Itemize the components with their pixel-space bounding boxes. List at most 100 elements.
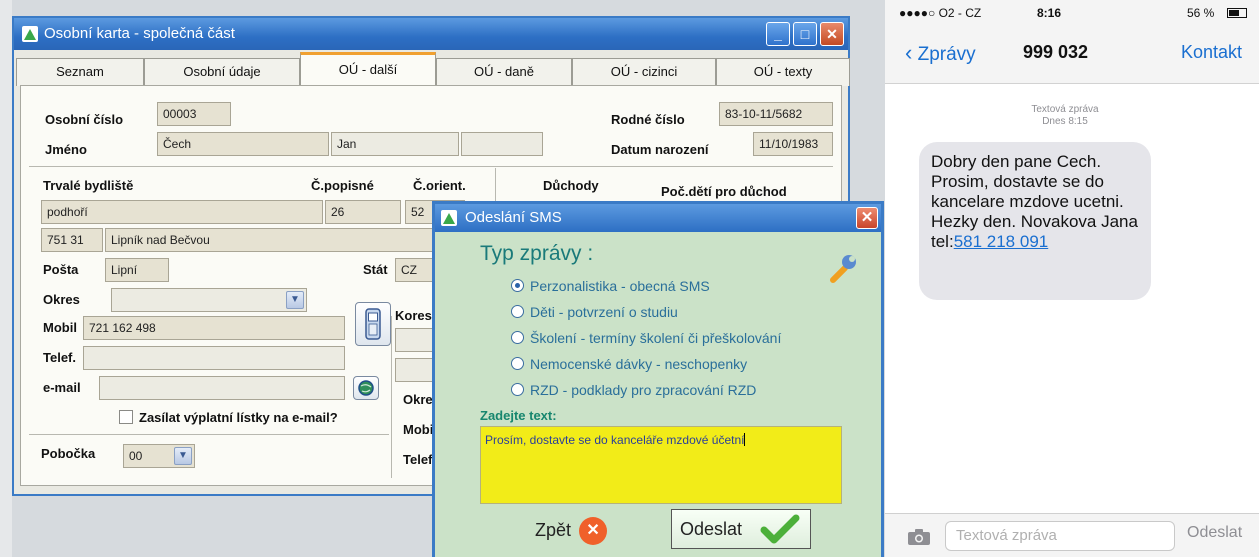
text-label: Zadejte text: <box>480 408 557 423</box>
left-margin <box>0 0 12 557</box>
psc-field[interactable]: 751 31 <box>41 228 103 252</box>
telef-label: Telef. <box>43 350 76 365</box>
option-label: Školení - termíny školení či přeškolován… <box>530 330 782 346</box>
tab-bar: Seznam Osobní údaje OÚ - další OÚ - daně… <box>16 52 850 86</box>
prijmeni-field[interactable]: Čech <box>157 132 329 156</box>
telef2-label: Telef <box>403 452 433 467</box>
chevron-down-icon[interactable]: ▼ <box>286 291 304 309</box>
message-type-label: Typ zprávy : <box>480 242 594 265</box>
rodne-cislo-field[interactable]: 83-10-11/5682 <box>719 102 833 126</box>
datum-narozeni-field[interactable]: 11/10/1983 <box>753 132 833 156</box>
app-logo-icon <box>22 26 38 42</box>
pobocka-select[interactable]: 00 ▼ <box>123 444 195 468</box>
dialog-titlebar[interactable]: Odeslání SMS ✕ <box>435 204 881 232</box>
posta-field[interactable]: Lipní <box>105 258 169 282</box>
globe-icon <box>358 380 374 396</box>
option-label: Nemocenské dávky - neschopenky <box>530 356 748 372</box>
zasilat-checkbox[interactable] <box>119 410 133 424</box>
divider <box>391 316 392 478</box>
message-meta: Textová zpráva Dnes 8:15 <box>1005 104 1125 128</box>
titul-field[interactable] <box>461 132 543 156</box>
sms-dialog: Odeslání SMS ✕ Typ zprávy : Perzonalisti… <box>432 201 884 557</box>
option-label: Děti - potvrzení o studiu <box>530 304 678 320</box>
mobil-field[interactable]: 721 162 498 <box>83 316 345 340</box>
ulice-field[interactable]: podhoří <box>41 200 323 224</box>
nav-bar: ‹ Zprávy 999 032 Kontakt <box>885 26 1259 84</box>
rodne-cislo-label: Rodné číslo <box>611 112 685 127</box>
option-label: Perzonalistika - obecná SMS <box>530 278 710 294</box>
text-caret <box>744 433 746 446</box>
tab-ou-dalsi[interactable]: OÚ - další <box>300 52 436 86</box>
option-nemocenske[interactable]: Nemocenské dávky - neschopenky <box>511 356 747 372</box>
phone-sms-button[interactable] <box>355 302 391 346</box>
pobocka-value: 00 <box>129 449 143 463</box>
status-time: 8:16 <box>1037 6 1062 20</box>
radio[interactable] <box>511 357 524 370</box>
contact-button[interactable]: Kontakt <box>1181 42 1242 63</box>
maximize-button[interactable]: □ <box>793 22 817 46</box>
app-logo-icon <box>441 210 457 226</box>
window-titlebar[interactable]: Osobní karta - společná část _ □ ✕ <box>14 18 848 50</box>
osobni-cislo-field[interactable]: 00003 <box>157 102 231 126</box>
compose-bar: Textová zpráva Odeslat <box>885 513 1259 557</box>
radio-selected[interactable] <box>511 279 524 292</box>
contact-number: 999 032 <box>1023 42 1089 62</box>
carrier-signal: ●●●●○ O2 - CZ <box>899 6 982 20</box>
telef-field[interactable] <box>83 346 345 370</box>
c-popisne-field[interactable]: 26 <box>325 200 401 224</box>
wrench-icon[interactable] <box>827 252 859 284</box>
cancel-icon: ✕ <box>579 517 608 546</box>
send-button[interactable]: Odeslat <box>671 509 811 549</box>
chevron-left-icon: ‹ <box>905 40 913 65</box>
option-rzd[interactable]: RZD - podklady pro zpracování RZD <box>511 382 756 398</box>
back-button[interactable]: Zpět ✕ <box>535 510 608 550</box>
chevron-down-icon[interactable]: ▼ <box>174 447 192 465</box>
tab-ou-cizinci[interactable]: OÚ - cizinci <box>572 58 716 86</box>
tab-seznam[interactable]: Seznam <box>16 58 144 86</box>
send-button[interactable]: Odeslat <box>1187 524 1242 542</box>
obec-field[interactable]: Lipník nad Bečvou <box>105 228 465 252</box>
option-label: RZD - podklady pro zpracování RZD <box>530 382 757 398</box>
stat-label: Stát <box>363 262 388 277</box>
mobil2-label: Mobi <box>403 422 434 437</box>
c-orient-label: Č.orient. <box>413 178 466 193</box>
jmeno-label: Jméno <box>45 142 87 157</box>
tab-ou-texty[interactable]: OÚ - texty <box>716 58 850 86</box>
okres-label: Okres <box>43 292 80 307</box>
radio[interactable] <box>511 383 524 396</box>
jmeno-field[interactable]: Jan <box>331 132 459 156</box>
mobil-label: Mobil <box>43 320 77 335</box>
okres2-label: Okre <box>403 392 433 407</box>
message-date: Dnes 8:15 <box>1042 116 1088 127</box>
back-to-messages-button[interactable]: ‹ Zprávy <box>905 40 976 66</box>
camera-icon[interactable] <box>907 528 931 546</box>
close-button[interactable]: ✕ <box>820 22 844 46</box>
email-send-button[interactable] <box>353 376 379 400</box>
dialog-close-button[interactable]: ✕ <box>856 207 878 229</box>
option-skoleni[interactable]: Školení - termíny školení či přeškolován… <box>511 330 781 346</box>
tab-ou-dane[interactable]: OÚ - daně <box>436 58 572 86</box>
poc-deti-label: Poč.dětí pro důchod <box>661 184 787 199</box>
datum-narozeni-label: Datum narození <box>611 142 709 157</box>
sms-text-input[interactable]: Prosím, dostavte se do kanceláře mzdové … <box>480 426 842 504</box>
email-label: e-mail <box>43 380 81 395</box>
send-label: Odeslat <box>680 519 743 539</box>
sms-text-value: Prosím, dostavte se do kanceláře mzdové … <box>485 433 745 447</box>
option-deti[interactable]: Děti - potvrzení o studiu <box>511 304 678 320</box>
message-input[interactable]: Textová zpráva <box>945 521 1175 551</box>
kores-label: Kores <box>395 308 432 323</box>
dialog-title: Odeslání SMS <box>465 209 562 226</box>
radio[interactable] <box>511 305 524 318</box>
posta-label: Pošta <box>43 262 79 277</box>
radio[interactable] <box>511 331 524 344</box>
email-field[interactable] <box>99 376 345 400</box>
back-label: Zprávy <box>917 44 976 65</box>
received-message-bubble[interactable]: Dobry den pane Cech. Prosim, dostavte se… <box>919 142 1151 300</box>
tab-osobni-udaje[interactable]: Osobní údaje <box>144 58 300 86</box>
minimize-button[interactable]: _ <box>766 22 790 46</box>
mobile-phone-icon <box>365 308 381 340</box>
option-perzonalistika[interactable]: Perzonalistika - obecná SMS <box>511 278 710 294</box>
message-phone-link[interactable]: 581 218 091 <box>954 232 1049 251</box>
okres-select[interactable]: ▼ <box>111 288 307 312</box>
window-title: Osobní karta - společná část <box>44 25 235 42</box>
